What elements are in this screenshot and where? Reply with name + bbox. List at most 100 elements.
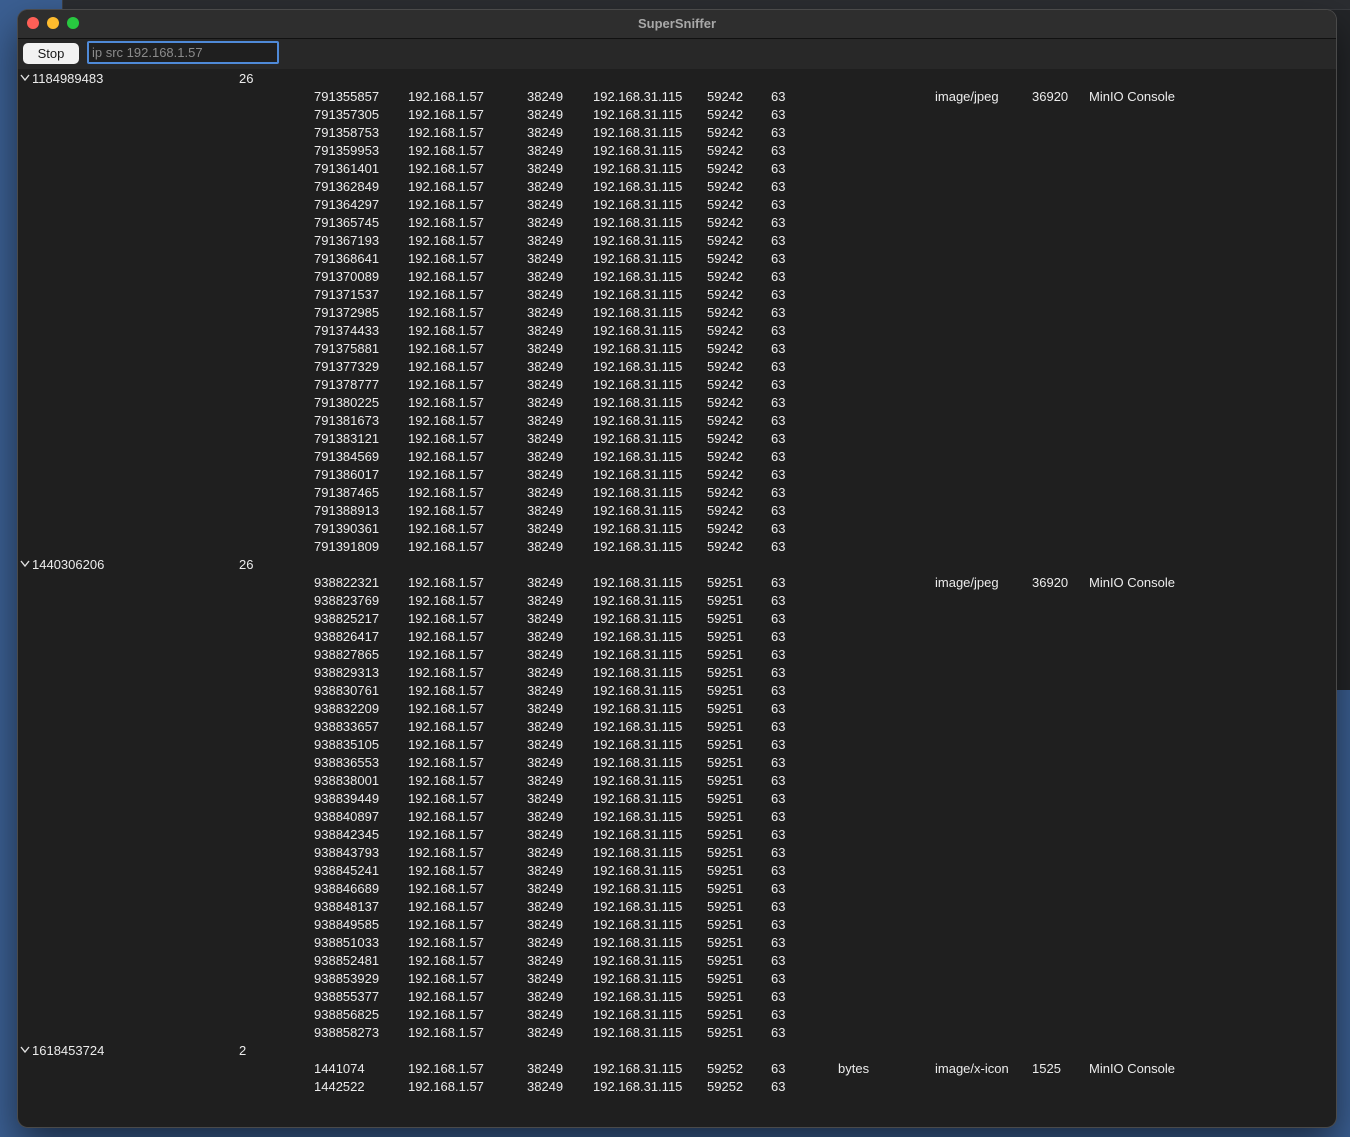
packet-row[interactable]: 938842345 192.168.1.57 38249 192.168.31.115… bbox=[18, 826, 1336, 844]
packet-row[interactable]: 938855377 192.168.1.57 38249 192.168.31.115… bbox=[18, 988, 1336, 1006]
packet-row[interactable]: 791370089 192.168.1.57 38249 192.168.31.115… bbox=[18, 268, 1336, 286]
packet-ttl: 63 bbox=[771, 989, 786, 1004]
stream-group-row[interactable]: 1440306206 26 bbox=[18, 556, 1336, 574]
packet-row[interactable]: 938835105 192.168.1.57 38249 192.168.31.115… bbox=[18, 736, 1336, 754]
packet-dst-ip: 192.168.31.115 bbox=[593, 593, 683, 608]
packet-row[interactable]: 938829313 192.168.1.57 38249 192.168.31.115… bbox=[18, 664, 1336, 682]
packet-row[interactable]: 791367193 192.168.1.57 38249 192.168.31.115… bbox=[18, 232, 1336, 250]
stream-group-row[interactable]: 1618453724 2 bbox=[18, 1042, 1336, 1060]
packet-src-port: 38249 bbox=[527, 863, 564, 878]
packet-dst-ip: 192.168.31.115 bbox=[593, 755, 683, 770]
packet-row[interactable]: 791377329 192.168.1.57 38249 192.168.31.115… bbox=[18, 358, 1336, 376]
packet-row[interactable]: 938832209 192.168.1.57 38249 192.168.31.115… bbox=[18, 700, 1336, 718]
packet-row[interactable]: 938825217 192.168.1.57 38249 192.168.31.115… bbox=[18, 610, 1336, 628]
packet-src-ip: 192.168.1.57 bbox=[408, 971, 484, 986]
packet-seq: 938853929 bbox=[314, 971, 380, 986]
packet-row[interactable]: 938838001 192.168.1.57 38249 192.168.31.115… bbox=[18, 772, 1336, 790]
packet-row[interactable]: 791355857 192.168.1.57 38249 192.168.31.115… bbox=[18, 88, 1336, 106]
stream-group-row[interactable]: 1184989483 26 bbox=[18, 70, 1336, 88]
chevron-down-icon[interactable] bbox=[20, 556, 30, 568]
packet-seq: 938856825 bbox=[314, 1007, 380, 1022]
packet-dst-ip: 192.168.31.115 bbox=[593, 413, 683, 428]
packet-ttl: 63 bbox=[771, 809, 786, 824]
packet-row[interactable]: 791388913 192.168.1.57 38249 192.168.31.115… bbox=[18, 502, 1336, 520]
packet-row[interactable]: 791381673 192.168.1.57 38249 192.168.31.115… bbox=[18, 412, 1336, 430]
packet-row[interactable]: 791357305 192.168.1.57 38249 192.168.31.115… bbox=[18, 106, 1336, 124]
packet-src-port: 38249 bbox=[527, 971, 564, 986]
packet-row[interactable]: 1441074 192.168.1.57 38249 192.168.31.115 59… bbox=[18, 1060, 1336, 1078]
packet-row[interactable]: 791362849 192.168.1.57 38249 192.168.31.115… bbox=[18, 178, 1336, 196]
packet-src-port: 38249 bbox=[527, 611, 564, 626]
packet-row[interactable]: 938826417 192.168.1.57 38249 192.168.31.115… bbox=[18, 628, 1336, 646]
packet-dst-ip: 192.168.31.115 bbox=[593, 323, 683, 338]
packet-dst-port: 59242 bbox=[707, 467, 744, 482]
packet-row[interactable]: 791368641 192.168.1.57 38249 192.168.31.115… bbox=[18, 250, 1336, 268]
packet-row[interactable]: 791374433 192.168.1.57 38249 192.168.31.115… bbox=[18, 322, 1336, 340]
packet-row[interactable]: 791387465 192.168.1.57 38249 192.168.31.115… bbox=[18, 484, 1336, 502]
packet-ttl: 63 bbox=[771, 395, 786, 410]
packet-src-port: 38249 bbox=[527, 845, 564, 860]
packet-row[interactable]: 791365745 192.168.1.57 38249 192.168.31.115… bbox=[18, 214, 1336, 232]
packet-row[interactable]: 791384569 192.168.1.57 38249 192.168.31.115… bbox=[18, 448, 1336, 466]
packet-row[interactable]: 791390361 192.168.1.57 38249 192.168.31.115… bbox=[18, 520, 1336, 538]
filter-input[interactable]: ip src 192.168.1.57 bbox=[87, 41, 279, 64]
packet-row[interactable]: 791378777 192.168.1.57 38249 192.168.31.115… bbox=[18, 376, 1336, 394]
packet-ttl: 63 bbox=[771, 269, 786, 284]
packet-src-port: 38249 bbox=[527, 827, 564, 842]
packet-row[interactable]: 938840897 192.168.1.57 38249 192.168.31.115… bbox=[18, 808, 1336, 826]
packet-row[interactable]: 938822321 192.168.1.57 38249 192.168.31.115… bbox=[18, 574, 1336, 592]
packet-row[interactable]: 938833657 192.168.1.57 38249 192.168.31.115… bbox=[18, 718, 1336, 736]
packet-row[interactable]: 938830761 192.168.1.57 38249 192.168.31.115… bbox=[18, 682, 1336, 700]
packet-row[interactable]: 791359953 192.168.1.57 38249 192.168.31.115… bbox=[18, 142, 1336, 160]
packet-ttl: 63 bbox=[771, 449, 786, 464]
packet-row[interactable]: 791375881 192.168.1.57 38249 192.168.31.115… bbox=[18, 340, 1336, 358]
packet-dst-port: 59242 bbox=[707, 125, 744, 140]
packet-row[interactable]: 791364297 192.168.1.57 38249 192.168.31.115… bbox=[18, 196, 1336, 214]
packet-row[interactable]: 791386017 192.168.1.57 38249 192.168.31.115… bbox=[18, 466, 1336, 484]
packet-row[interactable]: 791372985 192.168.1.57 38249 192.168.31.115… bbox=[18, 304, 1336, 322]
packet-row[interactable]: 938848137 192.168.1.57 38249 192.168.31.115… bbox=[18, 898, 1336, 916]
packet-row[interactable]: 938849585 192.168.1.57 38249 192.168.31.115… bbox=[18, 916, 1336, 934]
packet-row[interactable]: 938852481 192.168.1.57 38249 192.168.31.115… bbox=[18, 952, 1336, 970]
packet-src-port: 38249 bbox=[527, 233, 564, 248]
chevron-down-icon[interactable] bbox=[20, 70, 30, 82]
packet-row[interactable]: 791380225 192.168.1.57 38249 192.168.31.115… bbox=[18, 394, 1336, 412]
packet-seq: 938858273 bbox=[314, 1025, 380, 1040]
packet-row[interactable]: 938858273 192.168.1.57 38249 192.168.31.115… bbox=[18, 1024, 1336, 1042]
packet-dst-ip: 192.168.31.115 bbox=[593, 809, 683, 824]
packet-row[interactable]: 938853929 192.168.1.57 38249 192.168.31.115… bbox=[18, 970, 1336, 988]
packet-ttl: 63 bbox=[771, 1007, 786, 1022]
packet-row[interactable]: 938843793 192.168.1.57 38249 192.168.31.115… bbox=[18, 844, 1336, 862]
packet-tree-list[interactable]: 1184989483 26 791355857 192.168.1.57 38249 19… bbox=[18, 70, 1336, 1127]
packet-src-ip: 192.168.1.57 bbox=[408, 539, 484, 554]
packet-dst-ip: 192.168.31.115 bbox=[593, 341, 683, 356]
packet-src-port: 38249 bbox=[527, 521, 564, 536]
packet-src-ip: 192.168.1.57 bbox=[408, 89, 484, 104]
packet-row[interactable]: 938845241 192.168.1.57 38249 192.168.31.115… bbox=[18, 862, 1336, 880]
packet-dst-port: 59251 bbox=[707, 611, 744, 626]
packet-row[interactable]: 938851033 192.168.1.57 38249 192.168.31.115… bbox=[18, 934, 1336, 952]
packet-ttl: 63 bbox=[771, 341, 786, 356]
packet-row[interactable]: 791391809 192.168.1.57 38249 192.168.31.115… bbox=[18, 538, 1336, 556]
packet-row[interactable]: 938839449 192.168.1.57 38249 192.168.31.115… bbox=[18, 790, 1336, 808]
stop-button[interactable]: Stop bbox=[23, 43, 79, 64]
packet-row[interactable]: 938836553 192.168.1.57 38249 192.168.31.115… bbox=[18, 754, 1336, 772]
packet-row[interactable]: 791361401 192.168.1.57 38249 192.168.31.115… bbox=[18, 160, 1336, 178]
packet-row[interactable]: 791358753 192.168.1.57 38249 192.168.31.115… bbox=[18, 124, 1336, 142]
packet-src-ip: 192.168.1.57 bbox=[408, 989, 484, 1004]
packet-row[interactable]: 938827865 192.168.1.57 38249 192.168.31.115… bbox=[18, 646, 1336, 664]
packet-seq: 791359953 bbox=[314, 143, 380, 158]
packet-src-ip: 192.168.1.57 bbox=[408, 881, 484, 896]
packet-row[interactable]: 938846689 192.168.1.57 38249 192.168.31.115… bbox=[18, 880, 1336, 898]
chevron-down-icon[interactable] bbox=[20, 1042, 30, 1054]
packet-size: 36920 bbox=[1032, 575, 1069, 590]
packet-row[interactable]: 791383121 192.168.1.57 38249 192.168.31.115… bbox=[18, 430, 1336, 448]
packet-row[interactable]: 938856825 192.168.1.57 38249 192.168.31.115… bbox=[18, 1006, 1336, 1024]
packet-ttl: 63 bbox=[771, 1061, 786, 1076]
packet-ttl: 63 bbox=[771, 161, 786, 176]
packet-src-port: 38249 bbox=[527, 539, 564, 554]
packet-row[interactable]: 938823769 192.168.1.57 38249 192.168.31.115… bbox=[18, 592, 1336, 610]
packet-row[interactable]: 1442522 192.168.1.57 38249 192.168.31.115 59… bbox=[18, 1078, 1336, 1096]
packet-row[interactable]: 791371537 192.168.1.57 38249 192.168.31.115… bbox=[18, 286, 1336, 304]
packet-dst-port: 59251 bbox=[707, 791, 744, 806]
